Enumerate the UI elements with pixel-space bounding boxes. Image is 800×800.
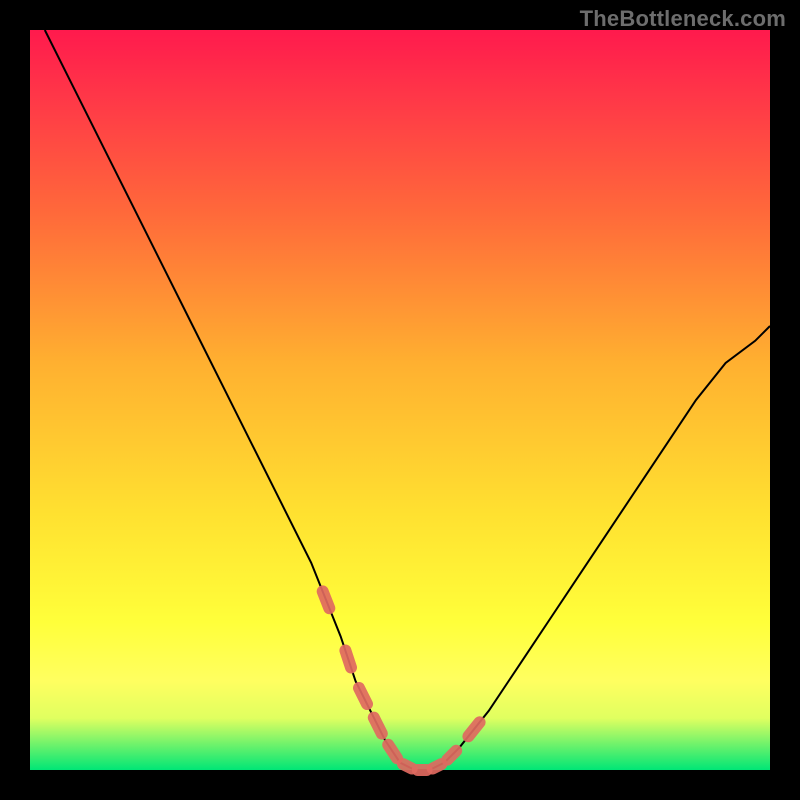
bottleneck-curve-line xyxy=(45,30,770,770)
chart-plot-area xyxy=(30,30,770,770)
watermark-text: TheBottleneck.com xyxy=(580,6,786,32)
highlight-segment xyxy=(323,591,480,770)
chart-svg xyxy=(30,30,770,770)
